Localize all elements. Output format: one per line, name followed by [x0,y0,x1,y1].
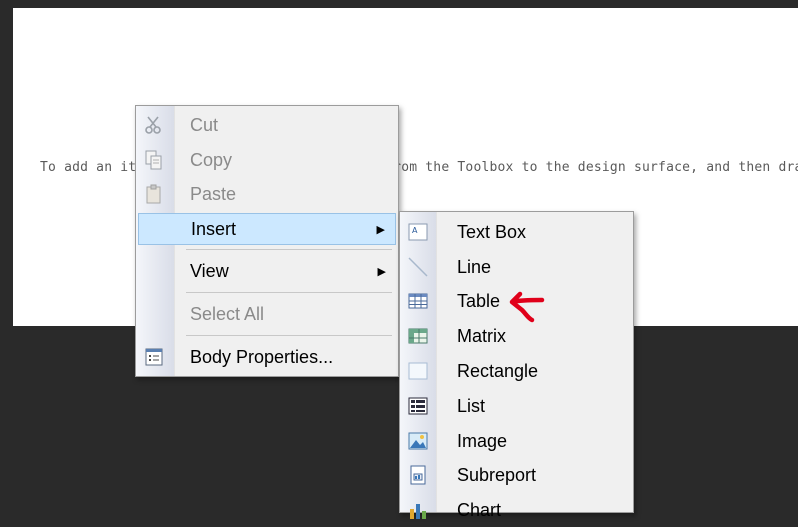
submenu-item-label: Image [457,430,508,451]
menu-item-copy[interactable]: Copy [138,144,396,176]
submenu-arrow-icon: ▶ [377,265,386,278]
menu-item-paste[interactable]: Paste [138,178,396,210]
textbox-icon: A [407,221,429,243]
copy-icon [143,149,165,171]
submenu-item-label: Line [457,256,492,277]
submenu-arrow-icon: ▶ [376,223,385,236]
menu-item-label: Insert [191,218,237,239]
menu-item-label: View [190,260,229,281]
submenu-item-label: Rectangle [457,360,539,381]
menu-item-label: Cut [190,114,219,135]
properties-icon [143,346,165,368]
submenu-item-list[interactable]: List [402,389,631,423]
submenu-item-chart[interactable]: Chart [402,493,631,527]
context-menu: Cut Copy Paste Insert ▶ View ▶ Select Al… [135,105,399,377]
menu-item-view[interactable]: View ▶ [138,255,396,287]
submenu-item-label: Table [457,290,501,311]
submenu-item-image[interactable]: Image [402,424,631,458]
submenu-item-label: Subreport [457,464,537,485]
menu-separator [186,335,392,336]
list-icon [407,395,429,417]
annotation-arrow-icon [509,291,545,323]
submenu-item-label: Matrix [457,325,506,346]
menu-item-insert[interactable]: Insert ▶ [138,213,396,245]
menu-separator [186,292,392,293]
submenu-item-rectangle[interactable]: Rectangle [402,354,631,388]
svg-text:A: A [412,226,418,235]
menu-item-label: Select All [190,303,265,324]
line-icon [407,256,429,278]
menu-item-cut[interactable]: Cut [138,109,396,141]
submenu-item-label: List [457,395,486,416]
submenu-item-label: Text Box [457,221,527,242]
submenu-item-label: Chart [457,499,502,520]
menu-item-body-properties[interactable]: Body Properties... [138,341,396,373]
scissors-icon [143,114,165,136]
table-icon [407,290,429,312]
subreport-icon [407,464,429,486]
insert-submenu: A Text Box Line Table Matrix Rectangle L… [399,211,634,520]
submenu-item-matrix[interactable]: Matrix [402,319,631,353]
chart-icon [407,499,429,521]
clipboard-icon [143,183,165,205]
submenu-item-text-box[interactable]: A Text Box [402,215,631,249]
submenu-item-line[interactable]: Line [402,250,631,284]
submenu-item-subreport[interactable]: Subreport [402,458,631,492]
menu-item-label: Copy [190,149,233,170]
image-icon [407,430,429,452]
matrix-icon [407,325,429,347]
menu-separator [186,249,392,250]
menu-item-select-all[interactable]: Select All [138,298,396,330]
rectangle-icon [407,360,429,382]
menu-item-label: Body Properties... [190,346,334,367]
menu-item-label: Paste [190,183,237,204]
